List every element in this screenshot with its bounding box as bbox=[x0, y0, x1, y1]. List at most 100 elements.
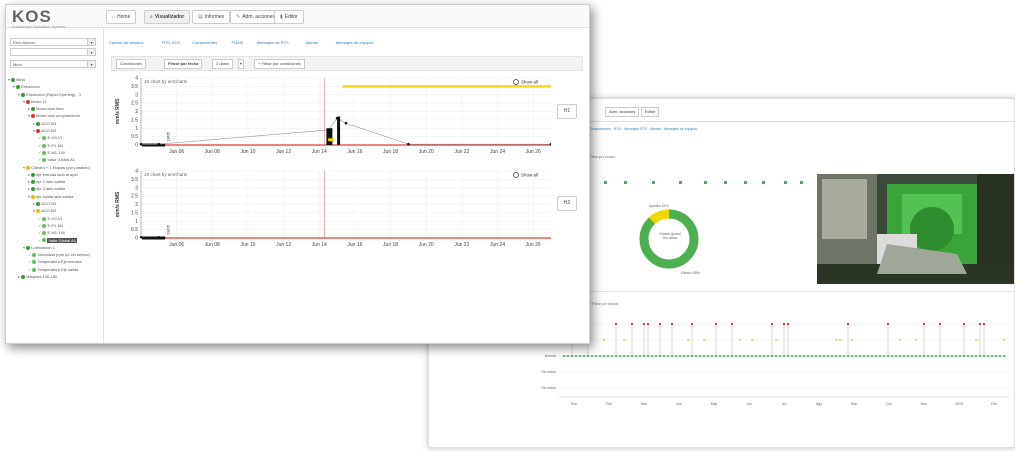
tree-node[interactable]: ▾ Lubricación 1 bbox=[8, 244, 103, 251]
area-select[interactable]: ▾ bbox=[10, 48, 96, 56]
y-tick-label: 3.5 bbox=[131, 177, 138, 183]
view-tab[interactable]: Mensajes de RTS bbox=[257, 40, 289, 45]
x-tick-label: Jun 08 bbox=[205, 149, 220, 155]
y-axis-label: mm/s RMS bbox=[115, 98, 121, 124]
status-dot-icon bbox=[26, 165, 31, 170]
tree-node[interactable]: ▸ eje entrada lado al apio bbox=[8, 171, 103, 178]
normal-point bbox=[602, 355, 606, 357]
show-all-button[interactable]: Show all bbox=[521, 173, 538, 178]
view-tab[interactable]: RTD-DCS bbox=[162, 40, 180, 45]
tree-node[interactable]: ✓ E-H3-V1 bbox=[8, 215, 103, 222]
normal-point bbox=[842, 355, 846, 357]
divider bbox=[519, 291, 1014, 292]
nav-visualizador[interactable]: ⌕ Visualizador bbox=[144, 10, 191, 24]
tree-node[interactable]: ▾ ACO-M1 bbox=[8, 127, 103, 134]
nav-editor[interactable]: ▮ Editor bbox=[274, 10, 304, 24]
back-nav-editor[interactable]: Editor bbox=[641, 107, 660, 117]
timeline-x-label: Jul bbox=[782, 402, 787, 406]
tree-node[interactable]: ▸ Motor lado libre bbox=[8, 105, 103, 112]
normal-point bbox=[998, 355, 1002, 357]
normal-point bbox=[914, 355, 918, 357]
alarm-point bbox=[631, 323, 633, 325]
tree-node[interactable]: ▸ ACO-M1 bbox=[8, 120, 103, 127]
back-tabs: Componentes · RTD · Mensajes RTS · Alert… bbox=[589, 127, 698, 131]
tree-node-label: eje 2 lado salida bbox=[36, 179, 66, 185]
y-tick-label: 0 bbox=[135, 143, 138, 149]
normal-point bbox=[754, 355, 758, 357]
normal-point bbox=[758, 355, 762, 357]
status-dot-icon bbox=[36, 121, 41, 126]
show-all-button[interactable]: Show all bbox=[521, 80, 538, 85]
normal-point bbox=[746, 355, 750, 357]
tree-node[interactable]: ✓ Velocidad (rpm lpl 2in sensor) bbox=[8, 251, 103, 258]
x-tick-label: Jun 26 bbox=[526, 242, 541, 248]
status-dot-icon bbox=[624, 181, 627, 184]
view-tab[interactable]: FLMSI bbox=[232, 40, 244, 45]
tree-node[interactable]: ▸ ACO-M1 bbox=[8, 200, 103, 207]
add-condition-filter-button[interactable]: + Filtrar por condiciones bbox=[254, 59, 305, 69]
normal-point bbox=[798, 355, 802, 357]
y-tick-label: 2.5 bbox=[131, 101, 138, 107]
tree-node[interactable]: ✓ E-M1-190 bbox=[8, 229, 103, 236]
editor-icon: ▮ bbox=[280, 14, 283, 20]
visualizer-window: KOS Knowledge Operation System ⌂ Home ⌕ Vis… bbox=[5, 4, 590, 344]
tree-node[interactable]: ▾ Motor 11 bbox=[8, 98, 103, 105]
tree-node[interactable]: ✓ E-H3-V1 bbox=[8, 134, 103, 141]
view-tab[interactable]: Cambio de estados bbox=[109, 40, 143, 45]
tree-node[interactable]: ▾ Cilindro + 1 Etapas (por paralelo) bbox=[8, 164, 103, 171]
normal-point bbox=[810, 355, 814, 357]
zone-select[interactable]: Mina ▾ bbox=[10, 60, 96, 68]
tree-node[interactable]: ✓ E-M1-190 bbox=[8, 149, 103, 156]
tree-node[interactable]: ✓ Valor Global A1 bbox=[8, 237, 103, 244]
tree-node[interactable]: ▾ Mina bbox=[8, 76, 103, 83]
home-icon: ⌂ bbox=[112, 14, 116, 20]
status-dot-icon bbox=[32, 260, 37, 265]
status-dot-icon bbox=[42, 158, 47, 163]
normal-point bbox=[578, 355, 582, 357]
tree-node[interactable]: ✓ E-P1-M1 bbox=[8, 142, 103, 149]
app-logo[interactable]: KOS Knowledge Operation System bbox=[12, 7, 65, 29]
tree-node[interactable]: ▾ ACO-M1 bbox=[8, 207, 103, 214]
tree-node-label: Mina bbox=[16, 77, 25, 82]
h1-button[interactable]: H1 bbox=[557, 104, 577, 119]
tree-node[interactable]: ✓ Temperatura Eje entrada bbox=[8, 258, 103, 265]
alert-point bbox=[839, 339, 842, 341]
x-tick-label: Jun 10 bbox=[240, 149, 255, 155]
timeline-x-label: Ene bbox=[571, 402, 577, 406]
view-tab[interactable]: Componentes bbox=[192, 40, 217, 45]
normal-point bbox=[894, 355, 898, 357]
tree-node[interactable]: ✓ Valor Global A1 bbox=[8, 156, 103, 163]
view-tab[interactable]: Mensajes de equipos bbox=[336, 40, 374, 45]
status-dot-icon bbox=[42, 143, 47, 148]
tree-node[interactable]: ✓ Temperatura Eje salida bbox=[8, 266, 103, 273]
h2-button[interactable]: H2 bbox=[557, 196, 577, 211]
normal-point bbox=[934, 355, 938, 357]
normal-point bbox=[650, 355, 654, 357]
view-tab[interactable]: Alertas bbox=[306, 40, 318, 45]
nav-informes[interactable]: ▤ Informes bbox=[192, 10, 231, 24]
plant-select[interactable]: Ebro Alumín ▾ bbox=[10, 38, 96, 46]
date-marker-label: 13/05 bbox=[166, 224, 171, 235]
normal-point bbox=[614, 355, 618, 357]
tree-node[interactable]: ▾ Extracción bbox=[8, 83, 103, 90]
chevron-down-icon[interactable]: ▾ bbox=[238, 59, 245, 69]
tree-node[interactable]: ▾ Extracción (Rapid Opening) - 1 bbox=[8, 91, 103, 98]
normal-point bbox=[570, 355, 574, 357]
filter-date-button[interactable]: Filtrar por fecha bbox=[164, 59, 203, 69]
alarm-point bbox=[847, 323, 849, 325]
tree-node[interactable]: ▸ eje 3 lado salida bbox=[8, 185, 103, 192]
count-select[interactable]: 3 datos bbox=[212, 59, 234, 69]
tree-node[interactable]: ▾ Motor lado acoplamiento bbox=[8, 112, 103, 119]
tree-node[interactable]: ✓ E-P1-M1 bbox=[8, 222, 103, 229]
nav-home[interactable]: ⌂ Home bbox=[106, 10, 137, 24]
tree-node[interactable]: ▸ eje 2 lado salida bbox=[8, 178, 103, 185]
alarm-point bbox=[923, 323, 925, 325]
nav-visualizador-label: Visualizador bbox=[154, 14, 185, 20]
tree-node[interactable]: ▾ eje salida lado salida bbox=[8, 193, 103, 200]
normal-point bbox=[834, 355, 838, 357]
back-nav-adm[interactable]: Adm. acciones bbox=[605, 107, 640, 117]
x-tick-label: Jun 12 bbox=[276, 242, 291, 248]
tree-node[interactable]: ▸ Máquina 130-180 bbox=[8, 273, 103, 280]
normal-point bbox=[902, 355, 906, 357]
conditions-button[interactable]: Condiciones bbox=[116, 59, 147, 69]
